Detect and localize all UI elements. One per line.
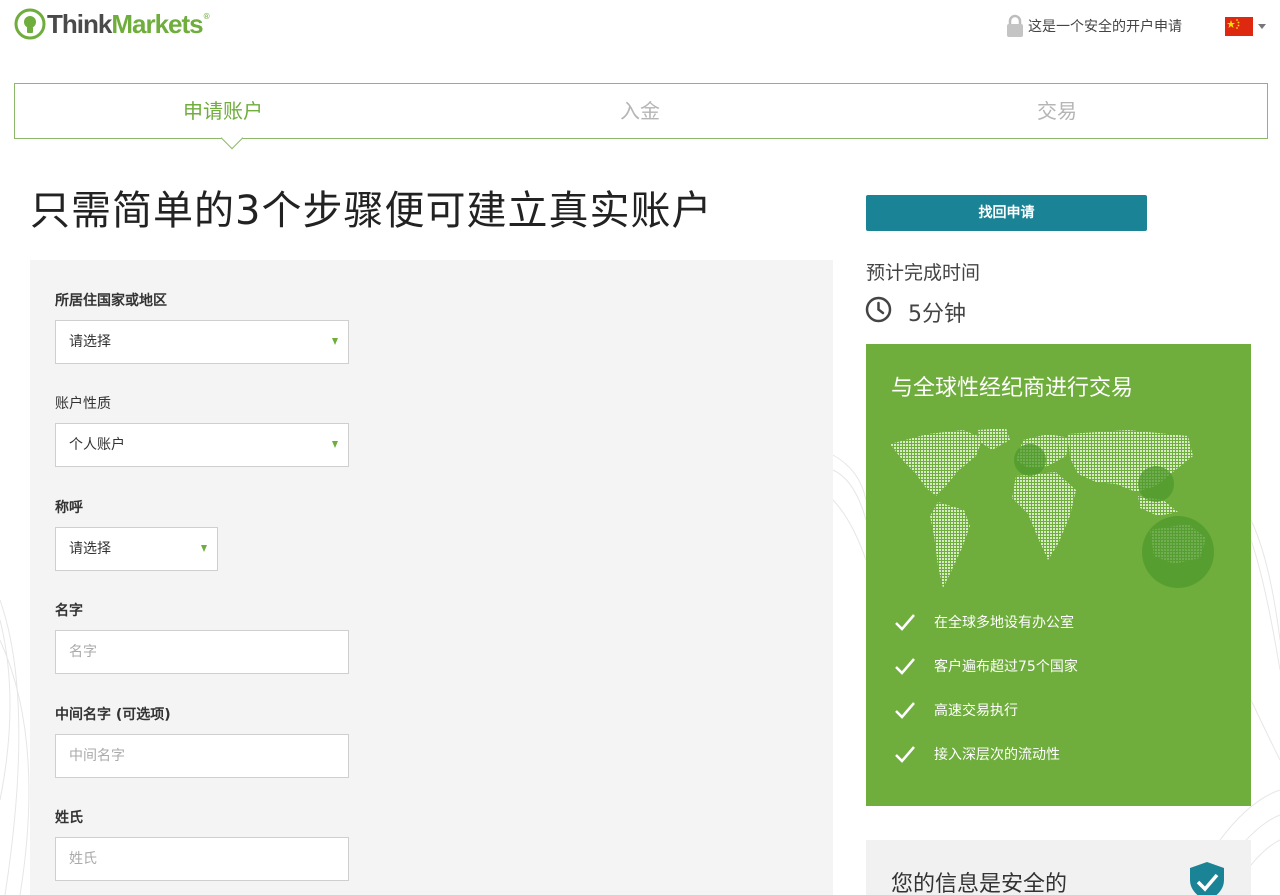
benefit-text: 客户遍布超过75个国家 (934, 659, 1078, 675)
account-type-select-value: 个人账户 (69, 437, 125, 453)
secure-note-text: 这是一个安全的开户申请 (1028, 19, 1182, 35)
salutation-select[interactable]: 请选择 (55, 527, 218, 571)
benefit-text: 接入深层次的流动性 (934, 747, 1060, 763)
account-type-select[interactable]: 个人账户 (55, 423, 349, 467)
country-select[interactable]: 请选择 (55, 320, 349, 364)
step-trade[interactable]: 交易 (957, 84, 1157, 138)
world-map-illustration (890, 428, 1214, 588)
chevron-down-icon (201, 545, 207, 552)
benefit-text: 在全球多地设有办公室 (934, 615, 1074, 631)
secure-panel-title: 您的信息是安全的 (891, 872, 1068, 895)
language-dropdown-caret-icon[interactable] (1258, 24, 1266, 29)
top-header: ThinkMarkets ® 这是一个安全的开户申请 (0, 0, 1280, 60)
eta-value: 5分钟 (908, 302, 966, 327)
benefit-item: 在全球多地设有办公室 (894, 612, 1074, 632)
china-flag-icon[interactable] (1225, 17, 1253, 36)
thinkmarkets-logo[interactable]: ThinkMarkets ® (14, 8, 211, 40)
registered-mark: ® (202, 12, 211, 21)
middle-name-label: 中间名字 (可选项) (55, 707, 171, 723)
benefit-item: 接入深层次的流动性 (894, 744, 1060, 764)
chevron-down-icon (332, 441, 338, 448)
logo-think-text: Think (47, 9, 112, 39)
shield-check-icon (1190, 862, 1224, 895)
lock-icon (1007, 14, 1023, 37)
eta-label: 预计完成时间 (866, 262, 981, 284)
step-apply-account[interactable]: 申请账户 (123, 84, 323, 138)
last-name-input[interactable] (55, 837, 349, 881)
logo-markets-text: Markets (111, 9, 203, 39)
country-select-value: 请选择 (69, 334, 111, 350)
middle-name-input[interactable] (55, 734, 349, 778)
information-secure-panel: 您的信息是安全的 (866, 840, 1251, 895)
first-name-input[interactable] (55, 630, 349, 674)
application-form-panel: 所居住国家或地区 请选择 账户性质 个人账户 称呼 请选择 名字 中间名字 (可… (30, 260, 833, 895)
logo-wordmark: ThinkMarkets (47, 8, 204, 40)
secure-application-note: 这是一个安全的开户申请 (1006, 14, 1182, 38)
check-icon (895, 658, 915, 675)
flag-stars (1227, 19, 1240, 29)
last-name-label: 姓氏 (55, 810, 83, 826)
salutation-label: 称呼 (55, 500, 83, 516)
account-type-label: 账户性质 (55, 396, 111, 412)
check-icon (895, 702, 915, 719)
step-deposit[interactable]: 入金 (540, 84, 740, 138)
check-icon (895, 614, 915, 631)
first-name-label: 名字 (55, 603, 83, 619)
country-label: 所居住国家或地区 (55, 293, 167, 309)
global-broker-promo-panel: 与全球性经纪商进行交易 在全球多地设有办公室 客户遍布超过75个国家 高速交易执… (866, 344, 1251, 806)
benefit-item: 高速交易执行 (894, 700, 1018, 720)
clock-icon (865, 296, 892, 323)
chevron-down-icon (332, 338, 338, 345)
retrieve-application-button[interactable]: 找回申请 (866, 195, 1147, 231)
check-icon (895, 746, 915, 763)
benefit-text: 高速交易执行 (934, 703, 1018, 719)
promo-title: 与全球性经纪商进行交易 (891, 376, 1134, 401)
bulb-logo-icon (14, 8, 46, 40)
application-steps-bar: 申请账户 入金 交易 (14, 83, 1268, 150)
benefit-item: 客户遍布超过75个国家 (894, 656, 1078, 676)
page-title: 只需简单的3个步骤便可建立真实账户 (30, 188, 713, 234)
salutation-select-value: 请选择 (69, 541, 111, 557)
